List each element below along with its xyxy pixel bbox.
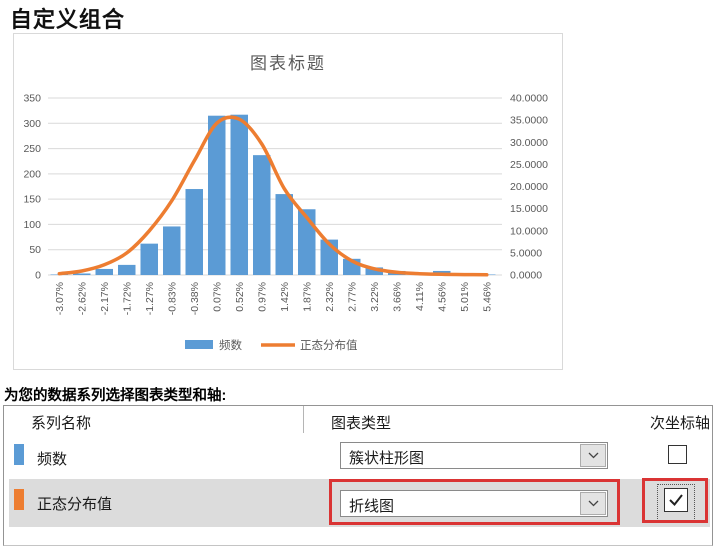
series-swatch-frequency [14,444,24,465]
dropdown-button[interactable] [580,444,606,467]
svg-text:-1.27%: -1.27% [144,282,156,315]
svg-text:5.01%: 5.01% [459,282,471,312]
series-swatch-normal [14,489,24,510]
svg-text:350: 350 [23,93,41,105]
svg-text:3.66%: 3.66% [391,282,403,312]
svg-text:200: 200 [23,168,41,180]
chart-title: 图表标题 [14,49,562,74]
svg-text:5.46%: 5.46% [481,282,493,312]
svg-text:-2.62%: -2.62% [76,282,88,315]
svg-text:4.56%: 4.56% [436,282,448,312]
red-highlight-chart-type [329,479,620,525]
column-divider [303,406,304,433]
svg-text:0.0000: 0.0000 [510,270,542,282]
svg-text:0.07%: 0.07% [211,282,223,312]
combo-chart-svg: 0 50 100 150 200 250 300 350 0.0000 5.0000 10.0000… [14,34,562,369]
svg-text:10.0000: 10.0000 [510,225,548,237]
svg-text:-0.83%: -0.83% [166,282,178,315]
secondary-axis-checkbox-frequency[interactable] [668,445,687,464]
svg-text:300: 300 [23,118,41,130]
svg-text:1.87%: 1.87% [301,282,313,312]
svg-text:0.97%: 0.97% [256,282,268,312]
svg-text:250: 250 [23,143,41,155]
svg-text:25.0000: 25.0000 [510,159,548,171]
column-header-series-name: 系列名称 [31,412,91,433]
svg-text:-2.17%: -2.17% [99,282,111,315]
svg-text:正态分布值: 正态分布值 [300,339,358,352]
chart-type-dropdown-frequency[interactable]: 簇状柱形图 [340,442,608,469]
svg-text:35.0000: 35.0000 [510,115,548,127]
column-header-chart-type: 图表类型 [331,412,391,433]
svg-text:-3.07%: -3.07% [54,282,66,315]
red-highlight-secondary-axis [642,478,708,523]
series-type-table: 系列名称 图表类型 次坐标轴 频数 簇状柱形图 正态分布值 折线图 [3,405,713,546]
svg-text:150: 150 [23,194,41,206]
chevron-down-icon [588,452,599,459]
svg-text:20.0000: 20.0000 [510,181,548,193]
svg-text:-1.72%: -1.72% [121,282,133,315]
svg-text:2.77%: 2.77% [346,282,358,312]
series-name-normal[interactable]: 正态分布值 [37,493,112,514]
svg-text:0: 0 [35,270,41,282]
page-title: 自定义组合 [10,2,125,34]
column-header-secondary-axis: 次坐标轴 [648,412,710,433]
svg-text:50: 50 [29,244,41,256]
svg-text:-0.38%: -0.38% [189,282,201,315]
svg-text:4.11%: 4.11% [414,282,426,311]
svg-text:40.0000: 40.0000 [510,93,548,105]
svg-text:15.0000: 15.0000 [510,203,548,215]
chart-preview: 0 50 100 150 200 250 300 350 0.0000 5.0000 10.0000… [13,33,563,370]
svg-text:5.0000: 5.0000 [510,247,542,259]
chart-type-value-frequency: 簇状柱形图 [349,447,424,468]
svg-text:3.22%: 3.22% [369,282,381,312]
svg-text:2.32%: 2.32% [324,282,336,312]
section-label: 为您的数据系列选择图表类型和轴: [4,384,226,405]
svg-text:1.42%: 1.42% [279,282,291,312]
svg-text:0.52%: 0.52% [234,282,246,312]
svg-text:30.0000: 30.0000 [510,137,548,149]
svg-text:频数: 频数 [219,338,242,352]
svg-text:100: 100 [23,219,41,231]
series-name-frequency[interactable]: 频数 [37,448,67,469]
